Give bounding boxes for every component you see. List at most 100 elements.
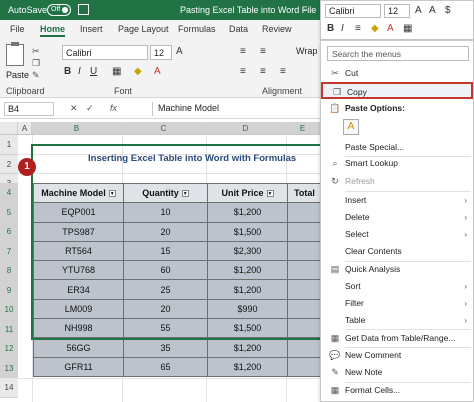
menu-item-select[interactable]: Select ›: [321, 226, 473, 243]
row-header-9[interactable]: 9: [0, 280, 18, 300]
table-row: GFR11 65 $1,200: [33, 356, 322, 377]
row-header-2[interactable]: 2: [0, 154, 18, 174]
formula-input[interactable]: Machine Model: [152, 102, 322, 116]
mini-italic-button[interactable]: I: [341, 23, 344, 34]
menu-item-smart-lookup[interactable]: ⌕ Smart Lookup: [321, 155, 473, 172]
align-right-icon[interactable]: ≡: [280, 66, 286, 77]
tab-insert[interactable]: Insert: [80, 24, 103, 34]
name-box[interactable]: B4: [4, 102, 54, 116]
paste-button[interactable]: Paste: [6, 70, 29, 80]
align-center-icon[interactable]: ≡: [260, 66, 266, 77]
row-header-5[interactable]: 5: [0, 202, 18, 222]
tab-review[interactable]: Review: [262, 24, 292, 34]
increase-font-icon[interactable]: A: [176, 46, 183, 57]
font-color-icon[interactable]: A: [154, 66, 161, 77]
decrease-font-icon[interactable]: A: [429, 5, 436, 16]
menu-item-label: Refresh: [345, 176, 375, 186]
align-middle-icon[interactable]: ≡: [260, 46, 266, 57]
menu-item-clear-contents[interactable]: Clear Contents: [321, 243, 473, 260]
menu-item-label: Cut: [345, 68, 359, 78]
mini-fill-color-icon[interactable]: ◆: [371, 23, 379, 34]
table-cell[interactable]: $1,200: [207, 337, 288, 358]
menu-item-label: New Note: [345, 367, 383, 377]
tab-page-layout[interactable]: Page Layout: [118, 24, 169, 34]
mini-align-icon[interactable]: ≡: [355, 23, 361, 34]
confirm-icon[interactable]: ✓: [86, 103, 94, 114]
menu-search-input[interactable]: Search the menus: [327, 46, 469, 61]
tab-home[interactable]: Home: [40, 24, 66, 37]
fill-color-icon[interactable]: ◆: [134, 66, 142, 77]
mini-size-select[interactable]: 12: [384, 4, 410, 18]
font-size-select[interactable]: 12: [150, 45, 172, 60]
borders-icon[interactable]: ▦: [112, 66, 121, 77]
mini-bold-button[interactable]: B: [327, 23, 334, 34]
column-header-b[interactable]: B: [32, 122, 122, 135]
row-header-8[interactable]: 8: [0, 261, 18, 281]
copy-icon[interactable]: ❐: [32, 58, 40, 69]
menu-item-sort[interactable]: Sort ›: [321, 278, 473, 295]
row-header-10[interactable]: 10: [0, 300, 18, 320]
menu-item-paste-special[interactable]: Paste Special...: [321, 139, 473, 156]
menu-item-filter[interactable]: Filter ›: [321, 295, 473, 312]
fx-icon[interactable]: fx: [110, 103, 117, 113]
bold-button[interactable]: B: [64, 66, 71, 77]
row-header-1[interactable]: 1: [0, 135, 18, 155]
cut-icon[interactable]: ✂: [32, 46, 40, 57]
table-cell[interactable]: 65: [123, 356, 208, 377]
table-cell[interactable]: $1,200: [207, 356, 288, 377]
paste-option-icon[interactable]: A: [343, 119, 359, 135]
chevron-down-icon[interactable]: ⌄: [302, 4, 309, 13]
row-header-6[interactable]: 6: [0, 222, 18, 242]
column-header-a[interactable]: A: [18, 122, 32, 135]
mini-font-select[interactable]: Calibri: [325, 4, 381, 18]
table-cell[interactable]: [287, 356, 322, 377]
tab-formulas[interactable]: Formulas: [178, 24, 216, 34]
font-group-label: Font: [114, 86, 133, 96]
column-header-c[interactable]: C: [122, 122, 206, 135]
menu-item-new-comment[interactable]: 💬 New Comment: [321, 347, 473, 364]
menu-item-table[interactable]: Table ›: [321, 312, 473, 329]
align-top-icon[interactable]: ≡: [240, 46, 246, 57]
select-all-corner[interactable]: [0, 122, 18, 135]
menu-item-cut[interactable]: ✂ Cut: [321, 65, 473, 82]
underline-button[interactable]: U: [90, 66, 97, 77]
menu-item-copy[interactable]: ❐ Copy: [321, 82, 473, 99]
table-cell[interactable]: 56GG: [33, 337, 124, 358]
mini-font-color-icon[interactable]: A: [387, 23, 394, 34]
format-painter-icon[interactable]: ✎: [32, 70, 40, 81]
menu-item-insert[interactable]: Insert ›: [321, 192, 473, 209]
row-header-13[interactable]: 13: [0, 358, 18, 378]
menu-item-format-cells[interactable]: ▦ Format Cells...: [321, 382, 473, 399]
row-header-11[interactable]: 11: [0, 319, 18, 339]
menu-item-delete[interactable]: Delete ›: [321, 209, 473, 226]
tab-file[interactable]: File: [10, 24, 25, 34]
menu-item-new-note[interactable]: ✎ New Note: [321, 364, 473, 381]
row-header-4[interactable]: 4: [0, 183, 18, 203]
table-cell[interactable]: 35: [123, 337, 208, 358]
table-cell[interactable]: GFR11: [33, 356, 124, 377]
cancel-icon[interactable]: ✕: [70, 103, 78, 114]
menu-item-refresh[interactable]: ↻ Refresh: [321, 173, 473, 190]
menu-item-label: Insert: [345, 195, 367, 205]
column-header-d[interactable]: D: [206, 122, 286, 135]
quick-analysis-icon: ▤: [330, 264, 340, 274]
align-left-icon[interactable]: ≡: [240, 66, 246, 77]
column-header-e[interactable]: E: [286, 122, 320, 135]
menu-item-label: Table: [345, 315, 366, 325]
row-header-7[interactable]: 7: [0, 241, 18, 261]
mini-borders-icon[interactable]: ▦: [403, 23, 412, 34]
menu-item-get-data[interactable]: ▦ Get Data from Table/Range...: [321, 330, 473, 347]
row-header-14[interactable]: 14: [0, 378, 18, 398]
font-name-select[interactable]: Calibri: [62, 45, 148, 60]
autosave-toggle[interactable]: Off: [47, 4, 71, 16]
cut-icon: ✂: [331, 68, 339, 78]
italic-button[interactable]: I: [78, 66, 81, 77]
menu-item-quick-analysis[interactable]: ▤ Quick Analysis: [321, 261, 473, 278]
increase-font-icon[interactable]: A: [415, 5, 422, 16]
save-icon[interactable]: [78, 4, 89, 15]
table-cell[interactable]: [287, 337, 322, 358]
tab-data[interactable]: Data: [229, 24, 248, 34]
row-header-12[interactable]: 12: [0, 339, 18, 359]
paste-icon[interactable]: [6, 42, 24, 66]
currency-icon[interactable]: $: [445, 5, 451, 16]
